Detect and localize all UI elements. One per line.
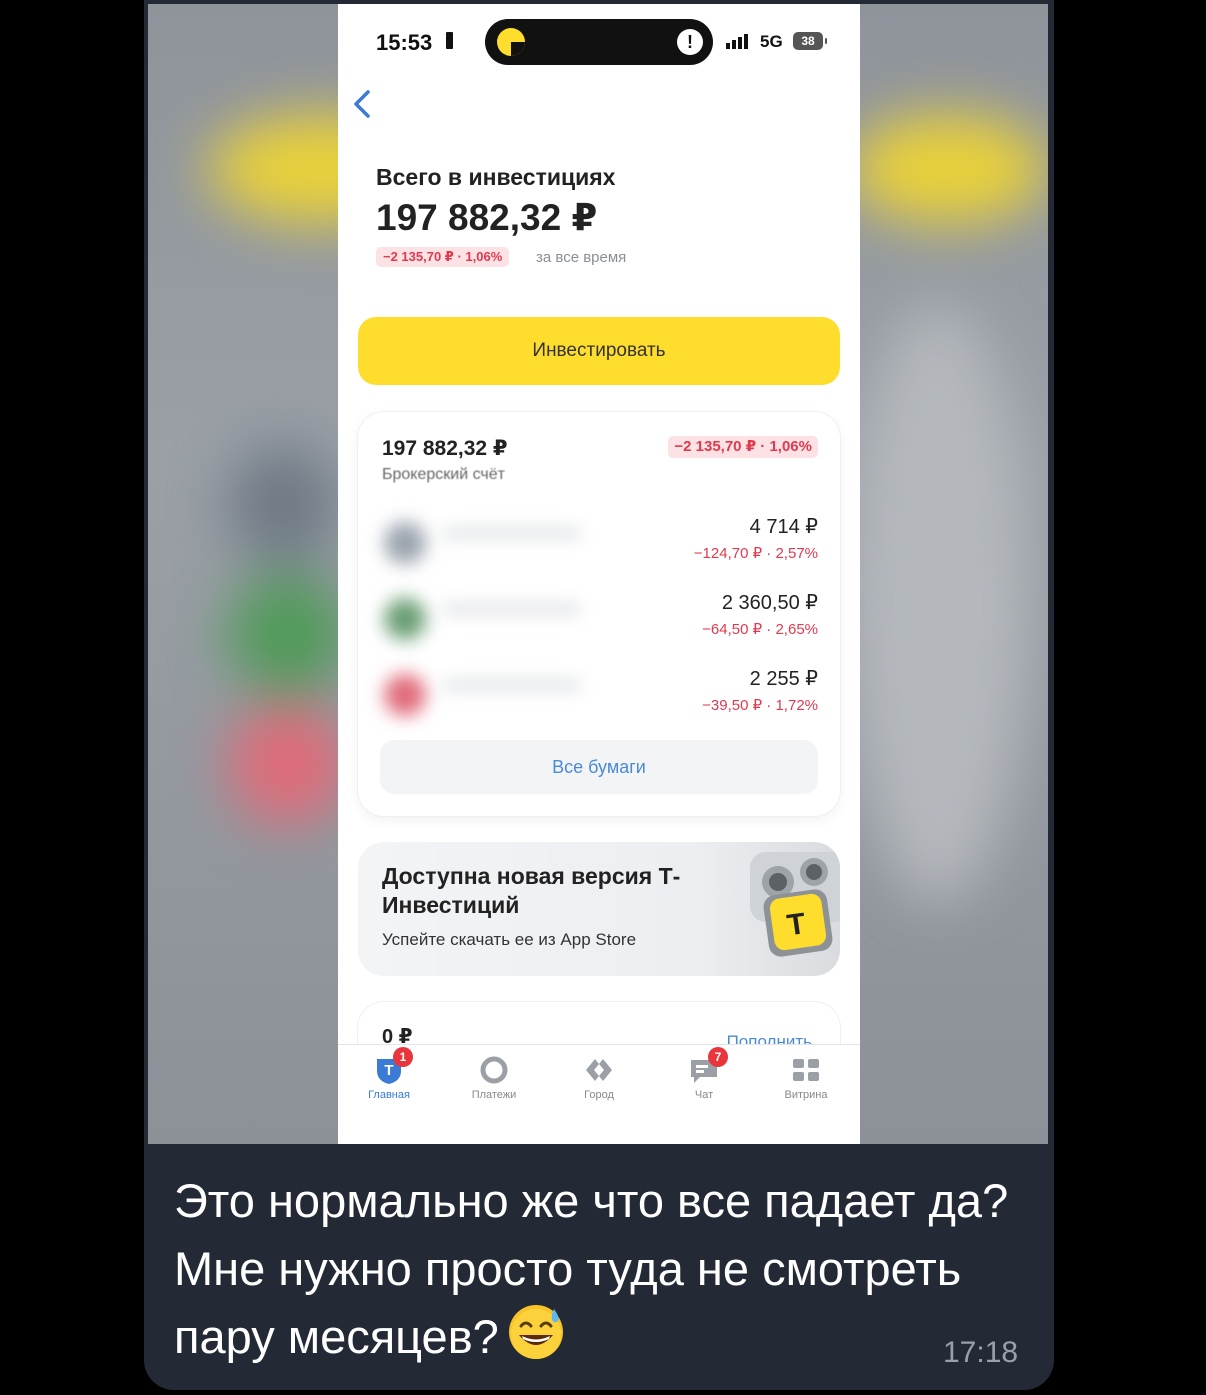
payments-icon bbox=[478, 1055, 510, 1085]
position-value: 2 360,50 ₽ bbox=[721, 592, 818, 614]
promo-title: Доступна новая версия Т-Инвестиций bbox=[382, 863, 681, 918]
signal-icon bbox=[726, 34, 748, 49]
status-time: 15:53 bbox=[376, 30, 433, 55]
investments-total: 197 882,32 ₽ bbox=[376, 197, 598, 238]
position-name bbox=[442, 526, 582, 540]
invest-button[interactable]: Инвестировать bbox=[358, 317, 840, 385]
position-change: −124,70 ₽ · 2,57% bbox=[693, 545, 818, 562]
back-chevron-icon[interactable] bbox=[348, 84, 378, 124]
tab-payments[interactable]: Платежи bbox=[444, 1055, 544, 1125]
account-amount: 197 882,32 ₽ bbox=[382, 437, 508, 460]
position-row[interactable]: 4 714 ₽ −124,70 ₽ · 2,57% bbox=[358, 514, 840, 574]
app-activity-icon bbox=[497, 28, 525, 56]
tab-badge: 7 bbox=[708, 1047, 728, 1067]
chat-icon: 7 bbox=[688, 1047, 728, 1085]
all-papers-button[interactable]: Все бумаги bbox=[380, 740, 818, 794]
message-time: 17:18 bbox=[943, 1336, 1019, 1369]
position-logo-icon bbox=[384, 522, 426, 564]
dynamic-island: ! bbox=[485, 19, 713, 65]
tab-chat[interactable]: 7 Чат bbox=[654, 1047, 754, 1125]
investments-change-badge: −2 135,70 ₽ · 1,06% bbox=[376, 247, 510, 267]
recording-indicator-icon bbox=[446, 32, 453, 49]
tab-bar: Т 1 Главная Платежи Город 7 Чат Витрина bbox=[338, 1044, 860, 1144]
tab-label: Витрина bbox=[784, 1089, 828, 1101]
city-icon bbox=[583, 1055, 615, 1085]
position-change: −39,50 ₽ · 1,72% bbox=[702, 697, 818, 714]
investments-change-period: за все время bbox=[536, 249, 627, 266]
tab-label: Чат bbox=[694, 1089, 714, 1101]
grinning-sweat-emoji-icon bbox=[508, 1305, 563, 1359]
account-change-badge: −2 135,70 ₽ · 1,06% bbox=[668, 436, 818, 458]
position-value: 2 255 ₽ bbox=[749, 668, 818, 690]
message-text: Это нормально же что все падает да? Мне … bbox=[174, 1167, 1024, 1371]
message-body: Это нормально же что все падает да? Мне … bbox=[174, 1174, 1009, 1363]
attached-screenshot[interactable]: 15:53 ! 5G 38 Всего в инвестициях 197 88… bbox=[148, 4, 1048, 1144]
showcase-icon bbox=[790, 1055, 822, 1085]
home-shield-icon: Т 1 bbox=[373, 1047, 413, 1085]
promo-app-icon: Т bbox=[750, 852, 840, 957]
tab-showcase[interactable]: Витрина bbox=[756, 1055, 856, 1125]
tab-badge: 1 bbox=[393, 1047, 413, 1067]
position-name bbox=[442, 602, 582, 616]
tab-label: Главная bbox=[368, 1089, 410, 1101]
tab-home[interactable]: Т 1 Главная bbox=[339, 1047, 439, 1125]
tab-city[interactable]: Город bbox=[549, 1055, 649, 1125]
position-change: −64,50 ₽ · 2,65% bbox=[702, 621, 818, 638]
position-logo-icon bbox=[384, 598, 426, 640]
tab-label: Платежи bbox=[471, 1089, 517, 1101]
alert-icon: ! bbox=[677, 29, 703, 55]
position-row[interactable]: 2 255 ₽ −39,50 ₽ · 1,72% bbox=[358, 666, 840, 726]
tab-label: Город bbox=[584, 1089, 614, 1101]
position-value: 4 714 ₽ bbox=[749, 516, 818, 538]
svg-text:Т: Т bbox=[384, 1062, 393, 1079]
status-bar: 15:53 ! 5G 38 bbox=[338, 4, 860, 84]
account-name: Брокерский счёт bbox=[382, 466, 505, 483]
battery-icon: 38 bbox=[793, 32, 827, 50]
phone-screen: 15:53 ! 5G 38 Всего в инвестициях 197 88… bbox=[338, 4, 860, 1144]
position-name bbox=[442, 678, 582, 692]
network-type: 5G bbox=[760, 32, 783, 51]
brokerage-account-card[interactable]: 197 882,32 ₽ Брокерский счёт −2 135,70 ₽… bbox=[358, 412, 840, 816]
update-promo-banner[interactable]: Доступна новая версия Т-Инвестиций Успей… bbox=[358, 842, 840, 976]
promo-subtitle: Успейте скачать ее из App Store bbox=[382, 930, 637, 949]
investments-title: Всего в инвестициях bbox=[376, 164, 616, 190]
position-logo-icon bbox=[384, 674, 426, 716]
position-row[interactable]: 2 360,50 ₽ −64,50 ₽ · 2,65% bbox=[358, 590, 840, 650]
